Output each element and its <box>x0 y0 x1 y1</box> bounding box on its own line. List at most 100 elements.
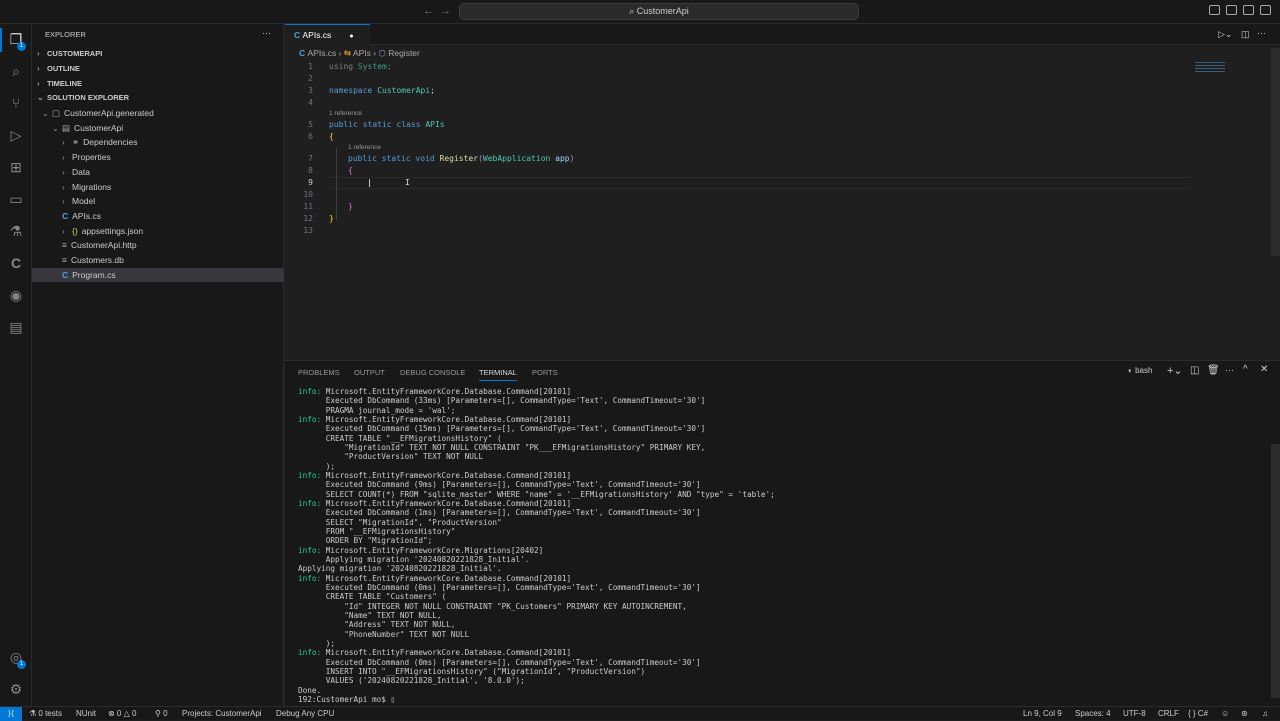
tree-item-label: appsettings.json <box>81 225 144 236</box>
terminal-scrollbar[interactable] <box>1271 444 1280 698</box>
status-projects[interactable]: Projects: CustomerApi <box>182 707 262 720</box>
tree-item[interactable]: › Data <box>32 165 284 179</box>
bottom-panel: PROBLEMS OUTPUT DEBUG CONSOLE TERMINAL P… <box>285 360 1280 706</box>
terminal-line: Applying migration '20240820221828_Initi… <box>298 555 775 564</box>
tree-item[interactable]: › Model <box>32 194 284 208</box>
section-customerapi[interactable]: › CUSTOMERAPI <box>32 47 284 61</box>
status-cursor-position[interactable]: Ln 9, Col 9 <box>1023 707 1062 720</box>
status-nunit[interactable]: NUnit <box>76 707 96 720</box>
tab-output[interactable]: OUTPUT <box>354 368 385 377</box>
tree-item[interactable]: › Migrations <box>32 180 284 194</box>
log-text: Executed DbCommand (15ms) [Parameters=[]… <box>298 424 706 434</box>
terminal-line: CREATE TABLE "Customers" ( <box>298 592 775 601</box>
status-encoding[interactable]: UTF-8 <box>1123 707 1146 720</box>
terminal-shell-selector[interactable]: ◐ bash <box>1128 366 1152 375</box>
testing-icon[interactable]: ⚗ <box>6 221 26 241</box>
more-actions-icon[interactable]: ··· <box>262 28 271 38</box>
remote-explorer-icon[interactable]: ▭ <box>6 189 26 209</box>
tree-item-label: Program.cs <box>72 269 116 280</box>
tab-debug-console[interactable]: DEBUG CONSOLE <box>400 368 465 377</box>
back-arrow-icon[interactable]: ← <box>423 5 434 17</box>
log-text: "Address" TEXT NOT NULL, <box>298 620 456 630</box>
github-icon[interactable]: ◉ <box>6 285 26 305</box>
tree-item[interactable]: › {} appsettings.json <box>32 224 284 238</box>
extensions-icon[interactable]: ⊞ <box>6 157 26 177</box>
terminal-line: info: Microsoft.EntityFrameworkCore.Data… <box>298 415 775 424</box>
csharp-devkit-icon[interactable]: C <box>6 253 26 273</box>
log-text: Microsoft.EntityFrameworkCore.Database.C… <box>321 387 572 396</box>
log-text: Microsoft.EntityFrameworkCore.Database.C… <box>321 498 572 508</box>
forward-arrow-icon[interactable]: → <box>440 5 451 17</box>
section-timeline[interactable]: › TIMELINE <box>32 77 284 91</box>
status-problems[interactable]: ⊗ 0 △ 0 <box>108 707 136 720</box>
terminal-line: CREATE TABLE "__EFMigrationsHistory" ( <box>298 434 775 443</box>
split-terminal-icon[interactable]: ◫ <box>1190 365 1199 376</box>
log-text: Executed DbCommand (1ms) [Parameters=[],… <box>298 508 701 518</box>
text-cursor: | <box>367 178 372 187</box>
terminal-line: ORDER BY "MigrationId"; <box>298 536 775 545</box>
chevron-icon: › <box>62 197 65 207</box>
tab-ports[interactable]: PORTS <box>532 368 558 377</box>
tree-item-label: Model <box>72 196 96 207</box>
terminal-line: "Id" INTEGER NOT NULL CONSTRAINT "PK_Cus… <box>298 602 775 611</box>
status-debug-config[interactable]: Debug Any CPU <box>276 707 334 720</box>
run-debug-icon[interactable]: ▷ <box>6 125 26 145</box>
status-indentation[interactable]: Spaces: 4 <box>1075 707 1111 720</box>
terminal-output[interactable]: info: Microsoft.EntityFrameworkCore.Data… <box>298 387 775 704</box>
remote-icon[interactable]: ⟩⟨ <box>0 707 22 721</box>
codelens-reference[interactable]: 1 reference <box>329 110 362 117</box>
status-tests[interactable]: ⚗ 0 tests <box>29 707 62 720</box>
log-level: info: <box>298 470 322 480</box>
status-eol[interactable]: CRLF <box>1158 707 1179 720</box>
trash-icon[interactable]: 🗑 <box>1207 365 1220 376</box>
notifications-bell-icon[interactable]: ♫ <box>1262 707 1268 720</box>
log-text: Microsoft.EntityFrameworkCore.Migrations… <box>321 545 544 555</box>
toggle-secondary-sidebar-icon[interactable] <box>1243 5 1254 15</box>
minimap[interactable] <box>1195 62 1225 72</box>
tree-item[interactable]: C APIs.cs <box>32 209 284 223</box>
csharp-status-icon[interactable]: ⊛ <box>1241 707 1248 720</box>
tab-terminal[interactable]: TERMINAL <box>479 368 517 381</box>
explorer-sidebar: EXPLORER ··· › CUSTOMERAPI › OUTLINE › TIME… <box>32 24 284 706</box>
copilot-icon[interactable]: ☺ <box>1221 707 1229 720</box>
search-icon[interactable]: ⌕ <box>6 61 26 81</box>
log-text: INSERT INTO "__EFMigrationsHistory" ("Mi… <box>298 666 646 676</box>
section-solution-explorer[interactable]: ⌄ SOLUTION EXPLORER <box>32 91 284 105</box>
close-panel-icon[interactable]: ✕ <box>1260 364 1268 375</box>
toggle-panel-icon[interactable] <box>1226 5 1237 15</box>
tab-problems[interactable]: PROBLEMS <box>298 368 340 377</box>
tree-item[interactable]: ≡ Customers.db <box>32 253 284 267</box>
settings-gear-icon[interactable]: ⚙ <box>6 679 26 699</box>
tree-item-label: CustomerApi.http <box>70 240 137 251</box>
status-ports[interactable]: ⚲ 0 <box>155 707 168 720</box>
log-level: info: <box>298 573 322 583</box>
tree-item[interactable]: › Properties <box>32 150 284 164</box>
terminal-line: SELECT COUNT(*) FROM "sqlite_master" WHE… <box>298 490 775 499</box>
source-control-icon[interactable]: ⑂ <box>6 93 26 113</box>
status-language[interactable]: { } C# <box>1188 707 1208 720</box>
code-editor[interactable]: 1 using System; 2 3 namespace CustomerApi;… <box>285 24 1280 360</box>
customize-layout-icon[interactable] <box>1260 5 1271 15</box>
tree-item[interactable]: › ⚭ Dependencies <box>32 135 284 149</box>
new-terminal-icon[interactable]: +⌄ <box>1167 364 1183 377</box>
terminal-line: Executed DbCommand (9ms) [Parameters=[],… <box>298 480 775 489</box>
tree-item-label: CustomerApi <box>74 122 124 133</box>
toggle-sidebar-icon[interactable] <box>1209 5 1220 15</box>
chat-icon[interactable]: ▤ <box>6 317 26 337</box>
editor-scrollbar[interactable] <box>1271 48 1280 256</box>
search-icon: ⌕ <box>629 6 637 16</box>
log-text: "Id" INTEGER NOT NULL CONSTRAINT "PK_Cus… <box>298 601 687 611</box>
log-text: Microsoft.EntityFrameworkCore.Database.C… <box>321 573 572 583</box>
active-indicator <box>0 28 2 52</box>
log-level: info: <box>298 545 322 555</box>
tree-item[interactable]: ⌄ ▤ CustomerApi <box>32 121 284 135</box>
maximize-panel-icon[interactable]: ^ <box>1243 364 1248 375</box>
codelens-reference[interactable]: 1 reference <box>348 144 381 151</box>
tree-item[interactable]: C Program.cs <box>32 267 284 282</box>
section-outline[interactable]: › OUTLINE <box>32 62 284 76</box>
more-actions-icon[interactable]: ··· <box>1225 365 1234 375</box>
tree-item[interactable]: ≡ CustomerApi.http <box>32 238 284 252</box>
terminal-line: SELECT "MigrationId", "ProductVersion" <box>298 518 775 527</box>
command-center-search[interactable]: ⌕ CustomerApi <box>459 3 859 20</box>
tree-item[interactable]: ⌄ ▢ CustomerApi.generated <box>32 106 284 120</box>
